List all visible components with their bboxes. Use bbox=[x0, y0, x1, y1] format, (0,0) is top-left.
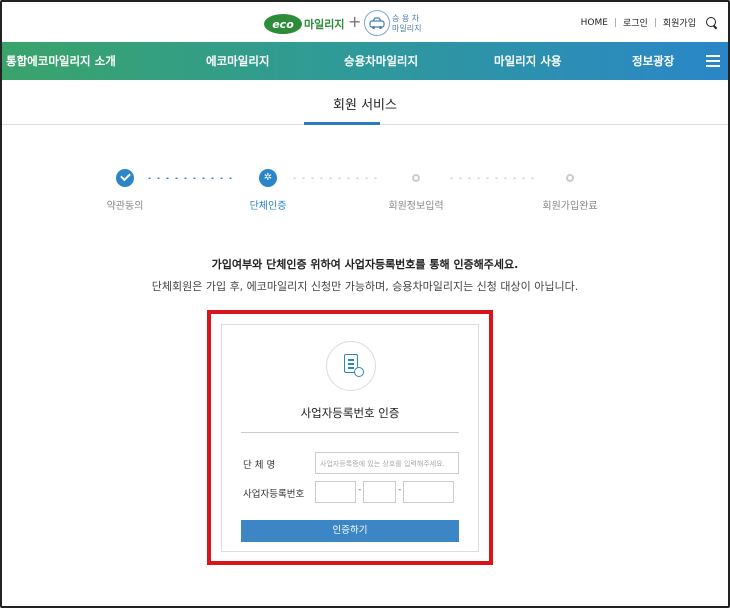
step-idle-icon bbox=[412, 174, 420, 182]
page-title-bar: 회원 서비스 bbox=[2, 80, 728, 125]
card-title: 사업자등록번호 인증 bbox=[300, 406, 400, 420]
dash-separator: - bbox=[358, 485, 362, 495]
nav-item-eco-mileage[interactable]: 에코마일리지 bbox=[206, 53, 269, 69]
business-number-input-1[interactable] bbox=[315, 481, 356, 503]
step-label-member-info: 회원정보입력 bbox=[388, 201, 444, 212]
nav-item-car-mileage[interactable]: 승용차마일리지 bbox=[344, 53, 418, 69]
page-title: 회원 서비스 bbox=[333, 98, 397, 113]
menu-icon[interactable] bbox=[706, 55, 720, 67]
business-number-input-3[interactable] bbox=[403, 481, 454, 503]
top-bar: eco 마일리지 + 승 용 차 마일리지 HOME | 로그인 | 회원가입 bbox=[2, 2, 728, 42]
separator: | bbox=[613, 17, 617, 28]
step-done-check-icon bbox=[116, 169, 134, 187]
step-connector bbox=[447, 177, 539, 179]
signup-link[interactable]: 회원가입 bbox=[663, 16, 696, 29]
dash-separator: - bbox=[398, 485, 402, 495]
step-idle-icon bbox=[566, 174, 574, 182]
eco-mileage-logo[interactable]: eco 마일리지 bbox=[264, 13, 344, 35]
search-icon[interactable] bbox=[706, 16, 718, 29]
utility-nav: HOME | 로그인 | 회원가입 bbox=[581, 16, 718, 29]
group-name-label: 단 체 명 bbox=[243, 460, 276, 471]
nav-item-mileage-use[interactable]: 마일리지 사용 bbox=[494, 53, 561, 69]
business-number-input-2[interactable] bbox=[363, 481, 396, 503]
car-mileage-logo-icon[interactable] bbox=[364, 10, 390, 36]
notice-text: 단체회원은 가입 후, 에코마일리지 신청만 가능하며, 승용차마일리지는 신청… bbox=[151, 280, 579, 293]
car-mileage-logo-text[interactable]: 승 용 차 마일리지 bbox=[392, 14, 421, 34]
business-number-auth-card: 사업자등록번호 인증 단 체 명 사업자등록증에 있는 상호를 입력해주세요. … bbox=[221, 324, 479, 552]
login-link[interactable]: 로그인 bbox=[623, 16, 648, 29]
step-label-terms: 약관동의 bbox=[106, 201, 144, 212]
instruction-text: 가입여부와 단체인증 위하여 사업자등록번호를 통해 인증해주세요. bbox=[211, 258, 519, 271]
step-label-group-auth: 단체인증 bbox=[249, 201, 287, 212]
document-certificate-icon bbox=[344, 354, 364, 377]
separator: | bbox=[653, 17, 657, 28]
car-logo-line2: 마일리지 bbox=[392, 24, 422, 33]
step-active-icon bbox=[259, 169, 277, 187]
step-connector bbox=[290, 177, 382, 179]
nav-item-integrated-intro[interactable]: 통합에코마일리지 소개 bbox=[6, 53, 116, 69]
eco-logo-text: 마일리지 bbox=[304, 18, 345, 31]
document-icon-badge bbox=[326, 341, 376, 391]
step-label-complete: 회원가입완료 bbox=[542, 201, 598, 212]
logo-plus: + bbox=[348, 12, 362, 31]
home-link[interactable]: HOME bbox=[581, 18, 608, 28]
browser-frame: eco 마일리지 + 승 용 차 마일리지 HOME | 로그인 | 회원가입 … bbox=[0, 0, 730, 608]
nav-item-info-plaza[interactable]: 정보광장 bbox=[632, 53, 674, 69]
verify-button[interactable]: 인증하기 bbox=[241, 520, 459, 542]
main-nav: 통합에코마일리지 소개 에코마일리지 승용차마일리지 마일리지 사용 정보광장 bbox=[2, 42, 728, 80]
group-name-input[interactable]: 사업자등록증에 있는 상호를 입력해주세요. bbox=[315, 452, 459, 474]
title-underline bbox=[304, 122, 380, 125]
car-logo-line1: 승 용 차 bbox=[392, 14, 420, 23]
step-connector bbox=[145, 177, 237, 179]
business-number-label: 사업자등록번호 bbox=[243, 489, 305, 500]
eco-logo-mark: eco bbox=[264, 14, 302, 34]
divider bbox=[241, 432, 459, 433]
